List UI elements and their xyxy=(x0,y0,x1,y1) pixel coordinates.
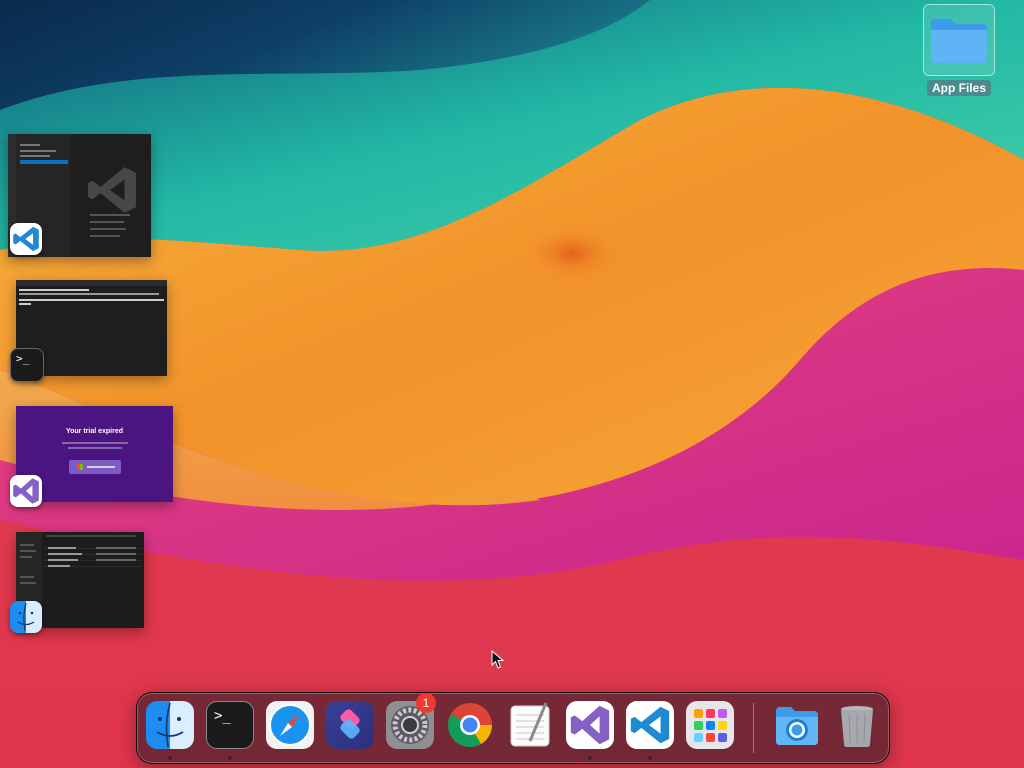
notification-badge: 1 xyxy=(416,693,436,713)
chrome-icon xyxy=(446,701,494,749)
textedit-icon xyxy=(506,701,554,749)
dock: >_ 1 xyxy=(136,692,890,764)
launchpad-icon xyxy=(686,701,734,749)
visual-studio-icon xyxy=(566,701,614,749)
dock-separator xyxy=(753,703,754,753)
dock-item-finder[interactable] xyxy=(146,701,194,749)
finder-icon xyxy=(146,701,194,749)
dock-item-terminal[interactable]: >_ xyxy=(206,701,254,749)
trash-icon xyxy=(833,701,881,749)
downloads-folder-icon xyxy=(773,701,821,749)
dock-item-system-settings[interactable]: 1 xyxy=(386,693,436,749)
desktop-folder-app-files[interactable]: App Files xyxy=(922,4,996,97)
shortcuts-icon xyxy=(326,701,374,749)
safari-icon xyxy=(266,701,314,749)
dock-item-visual-studio[interactable] xyxy=(566,701,614,749)
finder-icon xyxy=(10,601,42,633)
dock-item-textedit[interactable] xyxy=(506,701,554,749)
wallpaper xyxy=(0,0,1024,768)
dock-item-downloads[interactable] xyxy=(773,701,821,749)
dock-item-chrome[interactable] xyxy=(446,701,494,749)
dock-item-vscode[interactable] xyxy=(626,701,674,749)
folder-icon xyxy=(923,4,995,76)
dock-item-launchpad[interactable] xyxy=(686,701,734,749)
dock-item-shortcuts[interactable] xyxy=(326,701,374,749)
mouse-cursor xyxy=(491,650,505,669)
vscode-icon xyxy=(10,223,42,255)
folder-label: App Files xyxy=(926,80,991,96)
dock-item-safari[interactable] xyxy=(266,701,314,749)
visual-studio-icon xyxy=(10,475,42,507)
dock-item-trash[interactable] xyxy=(833,701,881,749)
terminal-icon: >_ xyxy=(10,348,44,382)
terminal-icon: >_ xyxy=(206,701,254,749)
vs-preview-heading: Your trial expired xyxy=(65,428,124,435)
desktop: App Files >_ Your trial expired >_ 1 xyxy=(0,0,1024,768)
vscode-icon xyxy=(626,701,674,749)
